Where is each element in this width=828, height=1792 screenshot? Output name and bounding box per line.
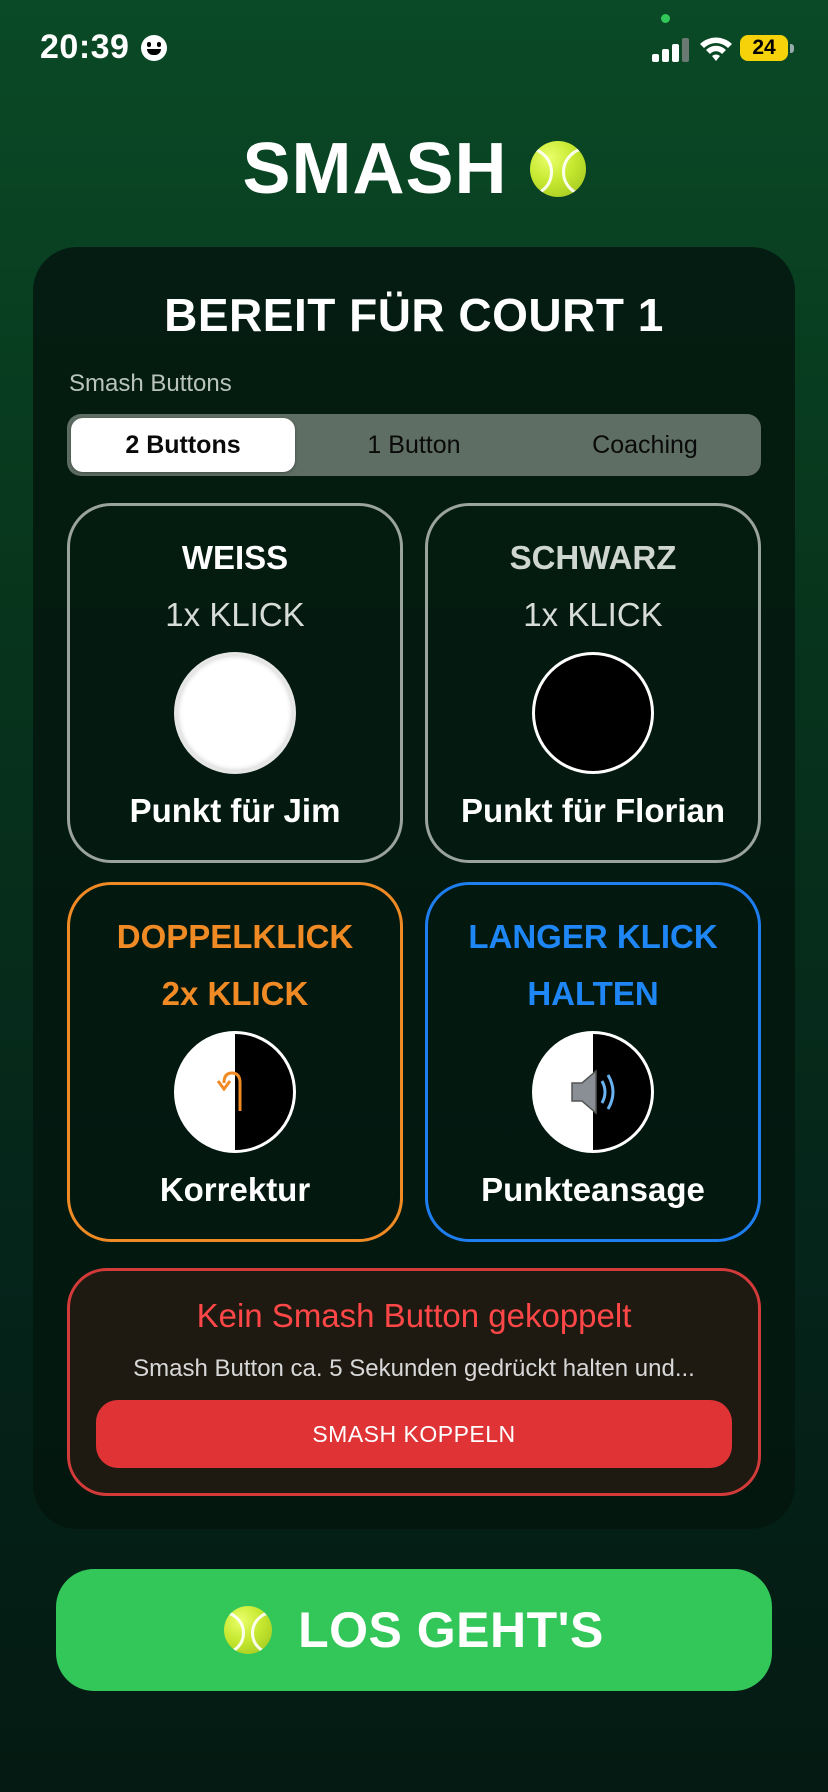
section-label: Smash Buttons	[69, 370, 232, 397]
tile-action: Punkt für Jim	[129, 792, 341, 829]
app-title-text: SMASH	[242, 129, 508, 209]
start-button-label: LOS GEHT'S	[298, 1602, 604, 1658]
battery-cap	[790, 44, 794, 53]
start-button[interactable]: LOS GEHT'S	[56, 1569, 772, 1691]
wifi-icon	[700, 37, 732, 61]
black-button-icon	[532, 652, 654, 774]
battery-level: 24	[752, 36, 776, 59]
segment-2-buttons[interactable]: 2 Buttons	[71, 418, 295, 472]
status-time: 20:39	[40, 28, 168, 67]
tile-subheading: 1x KLICK	[165, 596, 305, 633]
segment-coaching[interactable]: Coaching	[533, 418, 757, 472]
card-title: BEREIT FÜR COURT 1	[164, 289, 664, 341]
tile-action: Punkteansage	[481, 1171, 705, 1208]
app-title: SMASH	[0, 128, 828, 210]
tile-subheading: 1x KLICK	[523, 596, 663, 633]
split-button-icon	[174, 1031, 296, 1153]
tile-subheading: HALTEN	[527, 975, 659, 1012]
tile-black-button: SCHWARZ 1x KLICK Punkt für Florian	[425, 503, 761, 863]
tile-white-button: WEISS 1x KLICK Punkt für Jim	[67, 503, 403, 863]
tile-long-press: LANGER KLICK HALTEN Punkteansage	[425, 882, 761, 1242]
segment-1-button[interactable]: 1 Button	[302, 418, 526, 472]
pairing-warning-description: Smash Button ca. 5 Sekunden gedrückt hal…	[133, 1355, 695, 1382]
tile-heading: WEISS	[181, 539, 289, 576]
button-mode-segmented-control: 2 Buttons 1 Button Coaching	[67, 414, 761, 476]
pair-button-label: SMASH KOPPELN	[312, 1420, 516, 1447]
battery-indicator: 24	[740, 35, 788, 61]
tile-action: Punkt für Florian	[461, 792, 725, 829]
tile-heading: LANGER KLICK	[468, 918, 718, 955]
tile-double-click: DOPPELKLICK 2x KLICK Korrektur	[67, 882, 403, 1242]
tile-subheading: 2x KLICK	[161, 975, 309, 1012]
speaker-icon	[571, 1069, 615, 1115]
smiley-icon	[141, 34, 168, 61]
cellular-signal-icon	[652, 38, 690, 62]
pairing-warning-title: Kein Smash Button gekoppelt	[196, 1297, 632, 1334]
undo-arrow-icon	[216, 1071, 242, 1111]
time-text: 20:39	[40, 28, 130, 66]
tile-heading: DOPPELKLICK	[116, 918, 354, 955]
split-button-icon	[532, 1031, 654, 1153]
tennis-ball-icon	[529, 141, 586, 197]
tile-action: Korrektur	[159, 1171, 311, 1208]
tennis-ball-icon	[224, 1606, 273, 1654]
white-button-icon	[174, 652, 296, 774]
pair-smash-button[interactable]: SMASH KOPPELN	[96, 1400, 732, 1468]
tile-heading: SCHWARZ	[509, 539, 677, 576]
privacy-indicator-dot	[661, 14, 670, 23]
